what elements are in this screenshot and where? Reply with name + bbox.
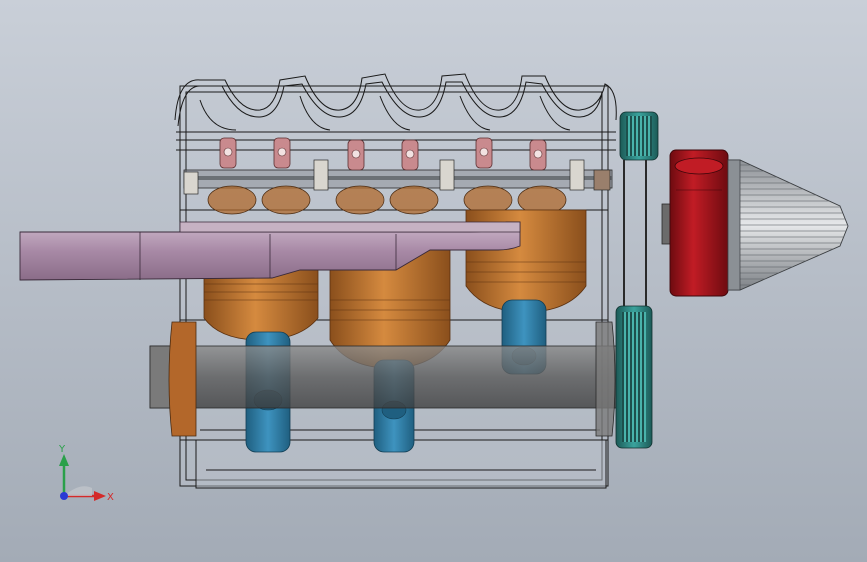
rocker-arm[interactable] xyxy=(475,137,493,169)
graphics-viewport[interactable]: Y X xyxy=(0,0,867,562)
crank-pulley[interactable] xyxy=(615,305,653,449)
rocker-arm[interactable] xyxy=(273,137,291,169)
piston-1[interactable] xyxy=(203,269,319,341)
x-axis-arrowhead xyxy=(94,491,106,501)
orientation-triad[interactable]: Y X xyxy=(40,438,130,508)
triad-plane xyxy=(64,486,92,496)
rocker-arm[interactable] xyxy=(219,137,237,169)
z-axis-dot xyxy=(60,492,68,500)
engine-model-view[interactable] xyxy=(0,0,867,562)
rocker-arm[interactable] xyxy=(529,139,547,171)
rocker-arm[interactable] xyxy=(401,139,419,171)
rocker-shaft[interactable] xyxy=(183,169,613,189)
y-axis-label: Y xyxy=(58,444,66,455)
x-axis-label: X xyxy=(107,492,114,503)
drive-belt[interactable] xyxy=(623,160,647,310)
turbocharger[interactable] xyxy=(661,149,729,297)
air-filter[interactable] xyxy=(727,159,849,291)
rocker-arm[interactable] xyxy=(347,139,365,171)
timing-pulley-top[interactable] xyxy=(619,111,659,161)
y-axis-arrowhead xyxy=(59,454,69,466)
